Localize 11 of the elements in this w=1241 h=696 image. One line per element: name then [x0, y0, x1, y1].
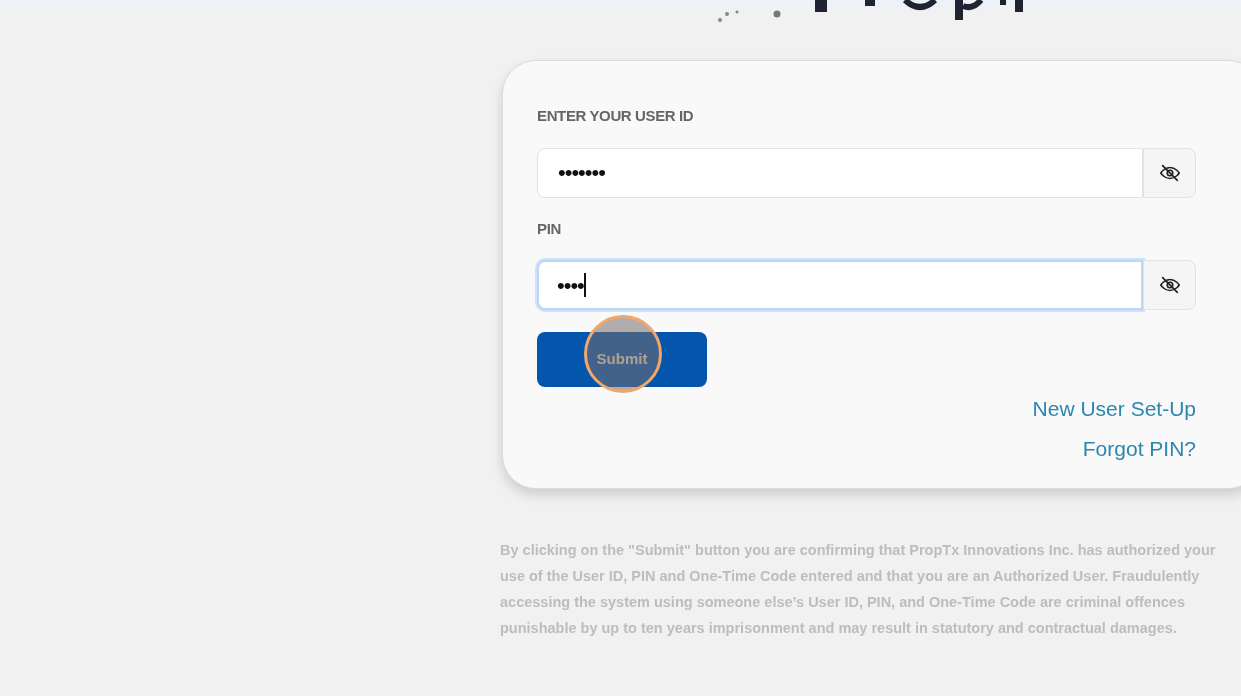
toggle-visibility-button[interactable] [1143, 260, 1196, 310]
eye-slash-icon [1158, 274, 1181, 296]
field-label: ENTER YOUR USER ID [537, 106, 695, 126]
text-cursor [583, 273, 586, 297]
submit-button[interactable]: Submit [537, 332, 707, 387]
toggle-visibility-button[interactable] [1143, 147, 1196, 198]
password-field[interactable]: •••• [537, 260, 1143, 310]
text-link[interactable]: Forgot PIN? [1082, 432, 1196, 464]
field-label: PIN [537, 218, 562, 239]
text-link[interactable]: New User Set-Up [1032, 393, 1196, 425]
password-field[interactable]: ••••••• [537, 147, 1143, 198]
